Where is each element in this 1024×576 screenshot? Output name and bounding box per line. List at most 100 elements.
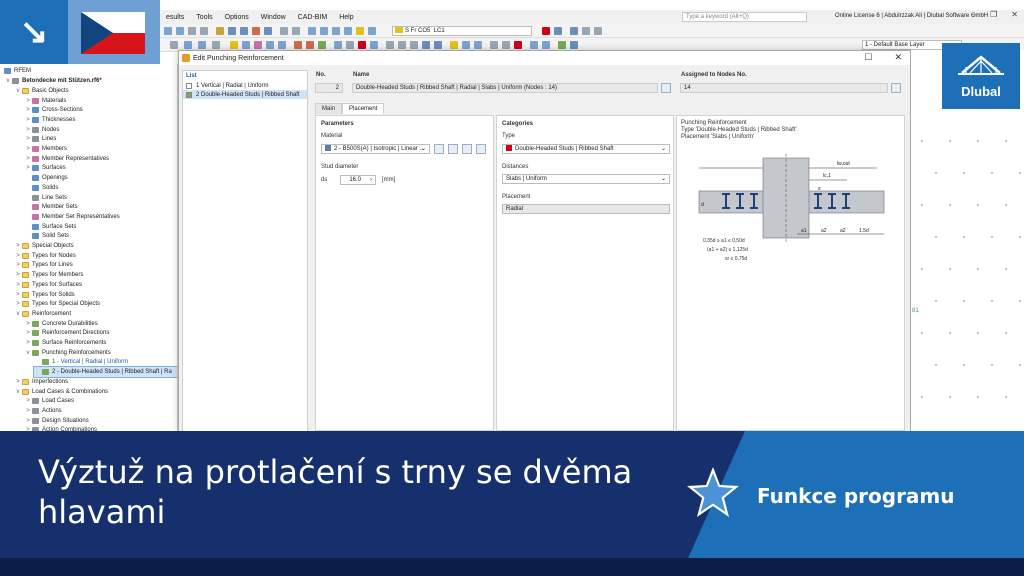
check-icon[interactable]: [558, 41, 566, 49]
expand-arrow-icon[interactable]: >: [14, 272, 22, 278]
tree-item[interactable]: > Special Objects: [14, 241, 74, 251]
type-select[interactable]: Double-Headed Studs | Ribbed Shaft ⌄: [502, 144, 670, 154]
tree-item[interactable]: > Types for Special Objects: [14, 299, 100, 309]
tree-item[interactable]: > Types for Nodes: [14, 251, 76, 261]
tree-item[interactable]: v Load Cases & Combinations: [14, 387, 108, 397]
expand-arrow-icon[interactable]: >: [24, 156, 32, 162]
tree-item[interactable]: v Reinforcement: [14, 309, 71, 319]
tree-item[interactable]: Openings: [24, 173, 68, 183]
menu-window[interactable]: Window: [255, 14, 292, 21]
hinge-icon[interactable]: [318, 41, 326, 49]
edit-name-icon[interactable]: [661, 83, 671, 93]
copy-icon[interactable]: [490, 41, 498, 49]
table-icon[interactable]: [344, 27, 352, 35]
distances-select[interactable]: Slabs | Uniform ⌄: [502, 174, 670, 184]
minimize-button[interactable]: –: [972, 10, 976, 19]
select-nodes-icon[interactable]: [891, 83, 901, 93]
tree-item[interactable]: > Surfaces: [24, 164, 66, 174]
tree-item[interactable]: > Design Situations: [24, 416, 89, 426]
expand-arrow-icon[interactable]: >: [24, 398, 32, 404]
close-window-button[interactable]: ✕: [1011, 10, 1018, 19]
no-field[interactable]: 2: [315, 83, 343, 93]
tree-model[interactable]: v Betondecke mit Stützen.rf6*: [4, 76, 102, 86]
layers-icon[interactable]: [462, 41, 470, 49]
expand-arrow-icon[interactable]: >: [24, 136, 32, 142]
grid-icon[interactable]: [308, 27, 316, 35]
expand-arrow-icon[interactable]: >: [24, 127, 32, 133]
values-icon[interactable]: [594, 27, 602, 35]
expand-arrow-icon[interactable]: >: [14, 292, 22, 298]
object-icon[interactable]: [332, 27, 340, 35]
move-icon[interactable]: [184, 41, 192, 49]
expand-arrow-icon[interactable]: >: [14, 282, 22, 288]
render-icon[interactable]: [292, 27, 300, 35]
assigned-nodes-field[interactable]: 14: [680, 83, 888, 93]
member-icon[interactable]: [254, 41, 262, 49]
tree-item[interactable]: > Thicknesses: [24, 115, 75, 125]
tree-item[interactable]: v Punching Reinforcements: [24, 348, 111, 358]
expand-arrow-icon[interactable]: >: [14, 243, 22, 249]
new-material-icon[interactable]: [448, 144, 458, 154]
line-icon[interactable]: [242, 41, 250, 49]
material-library-icon[interactable]: [434, 144, 444, 154]
tree-item[interactable]: > Nodes: [24, 125, 59, 135]
print-icon[interactable]: [200, 27, 208, 35]
node-icon[interactable]: [230, 41, 238, 49]
expand-arrow-icon[interactable]: >: [14, 253, 22, 259]
select-icon[interactable]: [170, 41, 178, 49]
prev-loadcase-icon[interactable]: [542, 27, 550, 35]
dialog-close-button[interactable]: ✕: [894, 52, 902, 63]
filter-icon[interactable]: [450, 41, 458, 49]
menu-help[interactable]: Help: [333, 14, 359, 21]
tree-item[interactable]: 1 - Vertical | Radial | Uniform: [34, 358, 128, 368]
expand-arrow-icon[interactable]: >: [24, 107, 32, 113]
expand-arrow-icon[interactable]: >: [24, 321, 32, 327]
material-info-icon[interactable]: [476, 144, 486, 154]
tree-item[interactable]: > Types for Lines: [14, 261, 73, 271]
menu-results[interactable]: esults: [160, 14, 190, 21]
info-icon[interactable]: [530, 41, 538, 49]
rotate-icon[interactable]: [198, 41, 206, 49]
delete-icon[interactable]: [514, 41, 522, 49]
expand-arrow-icon[interactable]: >: [24, 146, 32, 152]
tree-item[interactable]: > Member Representatives: [24, 154, 109, 164]
expand-arrow-icon[interactable]: >: [24, 165, 32, 171]
clipping-icon[interactable]: [370, 41, 378, 49]
tree-item[interactable]: Solid Sets: [24, 232, 69, 242]
tree-item[interactable]: 2 - Double-Headed Studs | Ribbed Shaft |…: [33, 366, 177, 378]
calculate-icon[interactable]: [216, 27, 224, 35]
section-icon[interactable]: [358, 41, 366, 49]
support-icon[interactable]: [294, 41, 302, 49]
spinner-icon[interactable]: ›: [370, 176, 372, 184]
guide-icon[interactable]: [368, 27, 376, 35]
name-field[interactable]: Double-Headed Studs | Ribbed Shaft | Rad…: [352, 83, 658, 93]
tree-item[interactable]: > Concrete Durabilities: [24, 319, 98, 329]
tree-item[interactable]: > Surface Reinforcements: [24, 338, 106, 348]
load-icon[interactable]: [306, 41, 314, 49]
expand-arrow-icon[interactable]: >: [24, 330, 32, 336]
paste-icon[interactable]: [502, 41, 510, 49]
expand-arrow-icon[interactable]: >: [14, 379, 22, 385]
list-item[interactable]: 1 Vertical | Radial | Uniform: [183, 81, 307, 90]
iso-view-icon[interactable]: [410, 41, 418, 49]
edit-material-icon[interactable]: [462, 144, 472, 154]
collapse-arrow-icon[interactable]: v: [14, 389, 22, 395]
redo-icon[interactable]: [264, 27, 272, 35]
dimension-icon[interactable]: [334, 41, 342, 49]
expand-arrow-icon[interactable]: >: [14, 262, 22, 268]
tree-item[interactable]: > Types for Surfaces: [14, 280, 82, 290]
tree-root[interactable]: RFEM: [4, 66, 31, 76]
stud-diameter-input[interactable]: 16.0 ›: [340, 175, 376, 185]
tab-placement[interactable]: Placement: [342, 103, 385, 114]
collapse-arrow-icon[interactable]: v: [14, 311, 22, 317]
results-icon[interactable]: [228, 27, 236, 35]
tree-item[interactable]: > Reinforcement Directions: [24, 329, 109, 339]
tree-item[interactable]: > Types for Members: [14, 270, 83, 280]
next-loadcase-icon[interactable]: [554, 27, 562, 35]
visibility-icon[interactable]: [474, 41, 482, 49]
tree-item[interactable]: Member Sets: [24, 202, 78, 212]
tree-item[interactable]: Solids: [24, 183, 58, 193]
keyword-search-input[interactable]: Type a keyword (Alt+Q): [682, 12, 807, 22]
dialog-maximize-button[interactable]: ☐: [864, 52, 872, 63]
tree-item[interactable]: Surface Sets: [24, 222, 76, 232]
